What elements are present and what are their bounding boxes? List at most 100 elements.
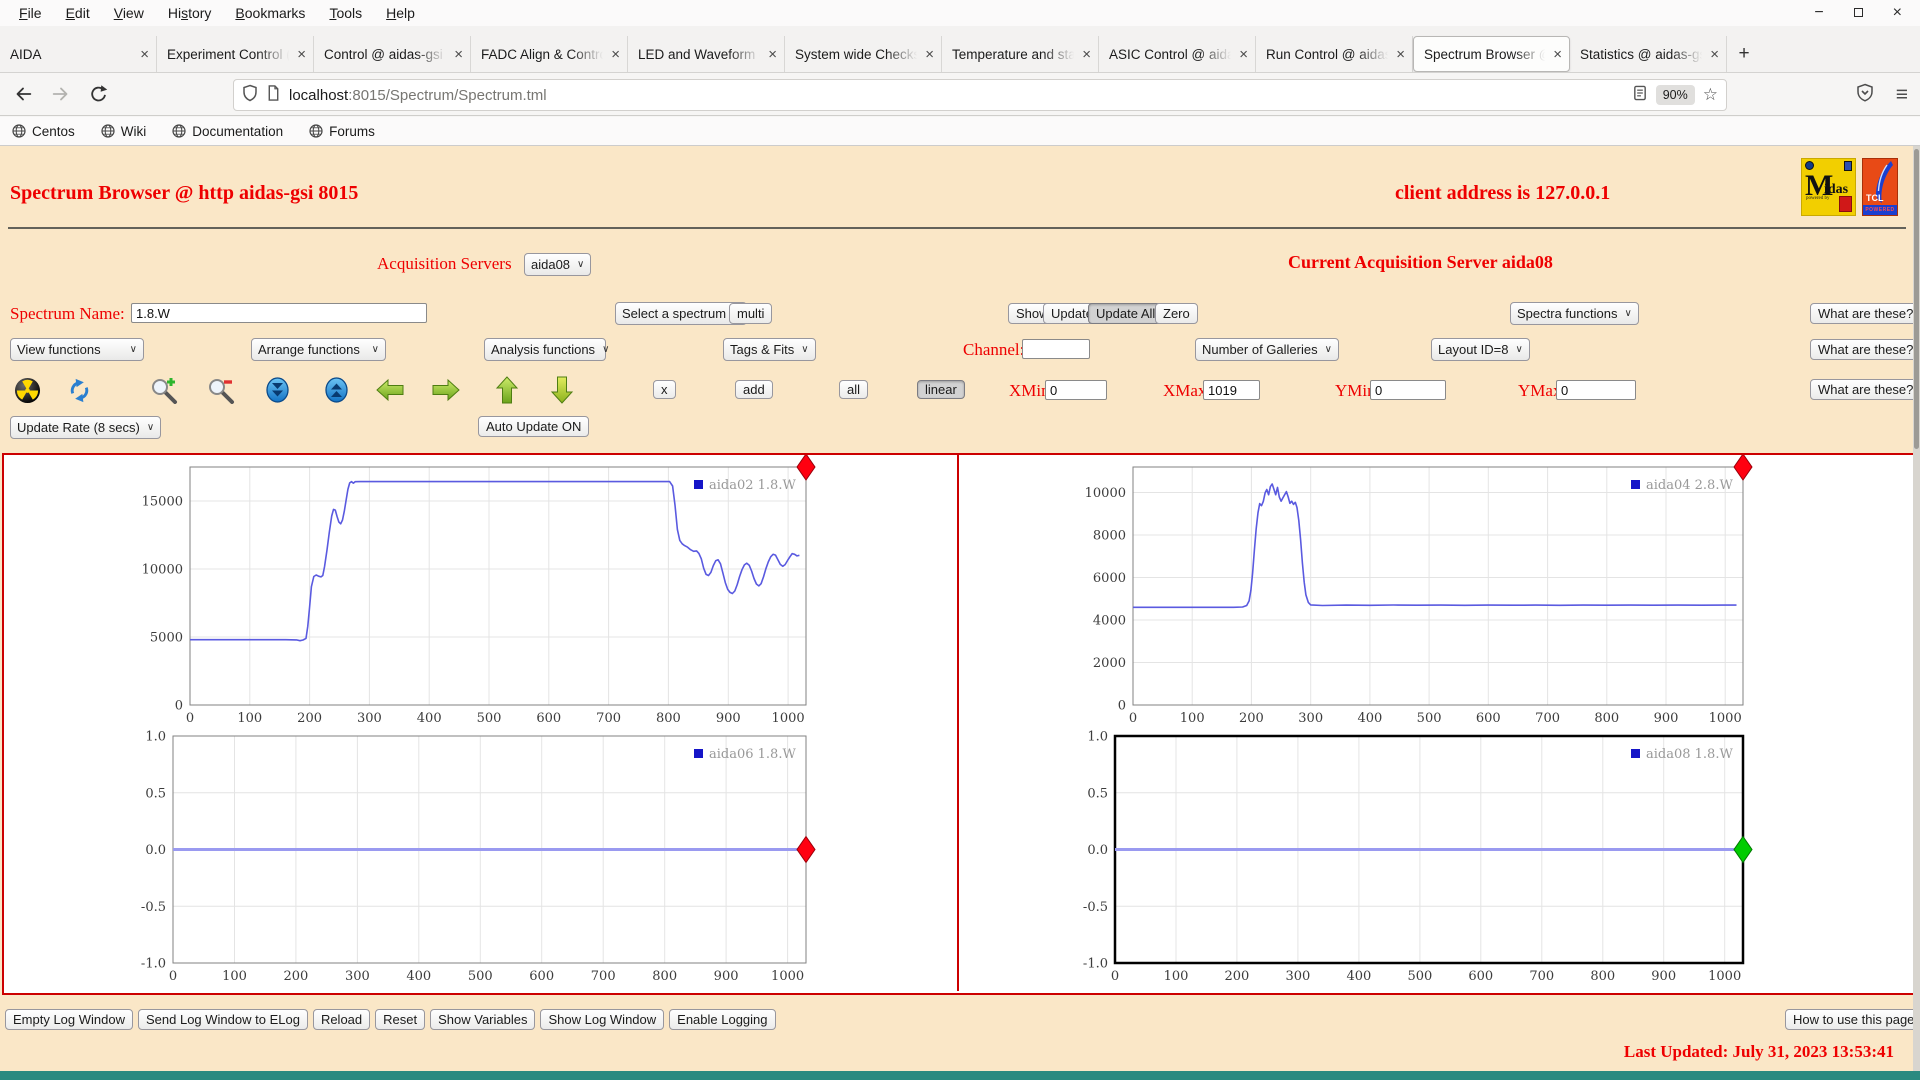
- menu-view[interactable]: View: [103, 2, 155, 24]
- spectrum-chart[interactable]: 0 100 200 300 400 500 600 700 800 900 1000 -1.0 -0.5…: [4, 723, 959, 991]
- tab-close-icon[interactable]: ×: [450, 46, 463, 63]
- enable-logging-button[interactable]: Enable Logging: [669, 1009, 776, 1030]
- reset-button[interactable]: Reset: [375, 1009, 426, 1030]
- page-info-icon[interactable]: [266, 84, 281, 107]
- expand-up-icon[interactable]: [321, 375, 351, 405]
- tab-close-icon[interactable]: ×: [1235, 46, 1248, 63]
- url-bar[interactable]: localhost:8015/Spectrum/Spectrum.tml 90%…: [233, 79, 1727, 111]
- ymax-input[interactable]: [1556, 380, 1636, 400]
- browser-tab[interactable]: AIDA ×: [0, 36, 157, 72]
- forward-button[interactable]: [46, 79, 76, 109]
- all-button[interactable]: all: [839, 380, 869, 399]
- browser-tab[interactable]: Temperature and stat ×: [942, 36, 1099, 72]
- spectrum-chart[interactable]: 0 100 200 300 400 500 600 700 800 900 100002000400…: [959, 455, 1914, 723]
- browser-tab[interactable]: Statistics @ aidas-gsi ×: [1570, 36, 1727, 72]
- add-button[interactable]: add: [735, 380, 773, 399]
- zoom-level-badge[interactable]: 90%: [1655, 85, 1695, 105]
- analysis-functions-dropdown[interactable]: Analysis functions: [484, 338, 606, 361]
- left-arrow-icon[interactable]: [375, 375, 405, 405]
- browser-tab[interactable]: Run Control @ aidas- ×: [1256, 36, 1413, 72]
- how-to-use-button[interactable]: How to use this page: [1785, 1009, 1920, 1030]
- x-button[interactable]: x: [653, 380, 676, 399]
- refresh-icon[interactable]: [64, 375, 94, 405]
- tags-fits-dropdown[interactable]: Tags & Fits: [723, 338, 816, 361]
- maximize-button[interactable]: [1853, 5, 1863, 21]
- zero-button[interactable]: Zero: [1155, 303, 1198, 324]
- bookmark-wiki[interactable]: Wiki: [101, 124, 146, 139]
- browser-tab[interactable]: Control @ aidas-gsi ×: [314, 36, 471, 72]
- xmin-input[interactable]: [1045, 380, 1107, 400]
- browser-tab[interactable]: FADC Align & Contro ×: [471, 36, 628, 72]
- menu-tools[interactable]: Tools: [318, 2, 373, 24]
- bookmark-centos[interactable]: Centos: [12, 124, 75, 139]
- view-functions-dropdown[interactable]: View functions: [10, 338, 144, 361]
- arrange-functions-dropdown[interactable]: Arrange functions: [251, 338, 386, 361]
- minimize-button[interactable]: −: [1814, 5, 1823, 21]
- spectrum-panel-aida06[interactable]: 0 100 200 300 400 500 600 700 800 900 1000 -1.0 -0.5…: [4, 723, 959, 991]
- zoom-out-icon[interactable]: [206, 375, 236, 405]
- what-are-these-button-1[interactable]: What are these?: [1810, 303, 1920, 324]
- tab-close-icon[interactable]: ×: [136, 46, 149, 63]
- bookmark-documentation[interactable]: Documentation: [172, 124, 283, 139]
- hamburger-menu-icon[interactable]: ≡: [1896, 83, 1908, 107]
- linear-button[interactable]: linear: [917, 380, 965, 399]
- what-are-these-button-3[interactable]: What are these?: [1810, 379, 1920, 400]
- tab-close-icon[interactable]: ×: [1392, 46, 1405, 63]
- spectrum-panel-aida04[interactable]: 0 100 200 300 400 500 600 700 800 900 1000 0 2000 400…: [959, 455, 1914, 723]
- show-log-window-button[interactable]: Show Log Window: [540, 1009, 665, 1030]
- tab-close-icon[interactable]: ×: [764, 46, 777, 63]
- spectrum-panel-aida08[interactable]: 0 100 200 300 400 500 600 700 800 900 1000 -1.0 -0.5…: [959, 723, 1914, 991]
- tab-close-icon[interactable]: ×: [607, 46, 620, 63]
- show-variables-button[interactable]: Show Variables: [430, 1009, 536, 1030]
- layout-id-dropdown[interactable]: Layout ID=8: [1431, 338, 1530, 361]
- menu-file[interactable]: File: [8, 2, 53, 24]
- multi-button[interactable]: multi: [729, 303, 773, 324]
- empty-log-window-button[interactable]: Empty Log Window: [5, 1009, 133, 1030]
- spectrum-name-input[interactable]: [131, 303, 427, 323]
- update-rate-dropdown[interactable]: Update Rate (8 secs): [10, 416, 162, 439]
- close-button[interactable]: ×: [1893, 5, 1902, 21]
- channel-input[interactable]: [1022, 339, 1090, 359]
- menu-bookmarks[interactable]: Bookmarks: [224, 2, 316, 24]
- up-arrow-icon[interactable]: [492, 375, 522, 405]
- scrollbar-thumb[interactable]: [1914, 149, 1919, 449]
- radiation-icon[interactable]: [12, 375, 42, 405]
- xmax-input[interactable]: [1203, 380, 1260, 400]
- spectrum-chart[interactable]: 0 100 200 300 400 500 600 700 800 900 100005000100…: [4, 455, 959, 723]
- browser-tab[interactable]: LED and Waveform c ×: [628, 36, 785, 72]
- menu-edit[interactable]: Edit: [55, 2, 101, 24]
- acquisition-server-select[interactable]: aida08: [524, 253, 592, 276]
- bookmark-forums[interactable]: Forums: [309, 124, 375, 139]
- down-arrow-icon[interactable]: [547, 375, 577, 405]
- tab-close-icon[interactable]: ×: [1706, 46, 1719, 63]
- tab-close-icon[interactable]: ×: [921, 46, 934, 63]
- ymin-input[interactable]: [1370, 380, 1446, 400]
- page-scrollbar[interactable]: [1913, 146, 1920, 1080]
- menu-history[interactable]: History: [157, 2, 223, 24]
- select-spectrum-dropdown[interactable]: Select a spectrum: [615, 302, 748, 325]
- collapse-down-icon[interactable]: [262, 375, 292, 405]
- new-tab-button[interactable]: +: [1727, 36, 1761, 72]
- bookmark-star-icon[interactable]: ☆: [1703, 85, 1718, 105]
- send-log-window-to-elog-button[interactable]: Send Log Window to ELog: [138, 1009, 308, 1030]
- browser-tab[interactable]: System wide Checks ×: [785, 36, 942, 72]
- update-all-button[interactable]: Update All: [1088, 303, 1164, 324]
- number-of-galleries-dropdown[interactable]: Number of Galleries: [1195, 338, 1339, 361]
- tab-close-icon[interactable]: ×: [293, 46, 306, 63]
- spectra-functions-dropdown[interactable]: Spectra functions: [1510, 302, 1639, 325]
- reader-mode-icon[interactable]: [1632, 84, 1648, 107]
- right-arrow-icon[interactable]: [431, 375, 461, 405]
- browser-tab[interactable]: Spectrum Browser @ ×: [1413, 36, 1570, 72]
- back-button[interactable]: [8, 79, 38, 109]
- shield-icon[interactable]: [242, 84, 258, 107]
- tab-close-icon[interactable]: ×: [1078, 46, 1091, 63]
- zoom-in-icon[interactable]: [149, 375, 179, 405]
- browser-tab[interactable]: Experiment Control (×: [157, 36, 314, 72]
- auto-update-button[interactable]: Auto Update ON: [478, 416, 590, 437]
- menu-help[interactable]: Help: [375, 2, 426, 24]
- spectrum-panel-aida02[interactable]: 0 100 200 300 400 500 600 700 800 900 1000 0 5000 100…: [4, 455, 959, 723]
- spectrum-chart[interactable]: 0 100 200 300 400 500 600 700 800 900 1000 -1.0 -0.5…: [959, 723, 1914, 991]
- tab-close-icon[interactable]: ×: [1549, 46, 1562, 63]
- reload-button[interactable]: [84, 79, 114, 109]
- what-are-these-button-2[interactable]: What are these?: [1810, 339, 1920, 360]
